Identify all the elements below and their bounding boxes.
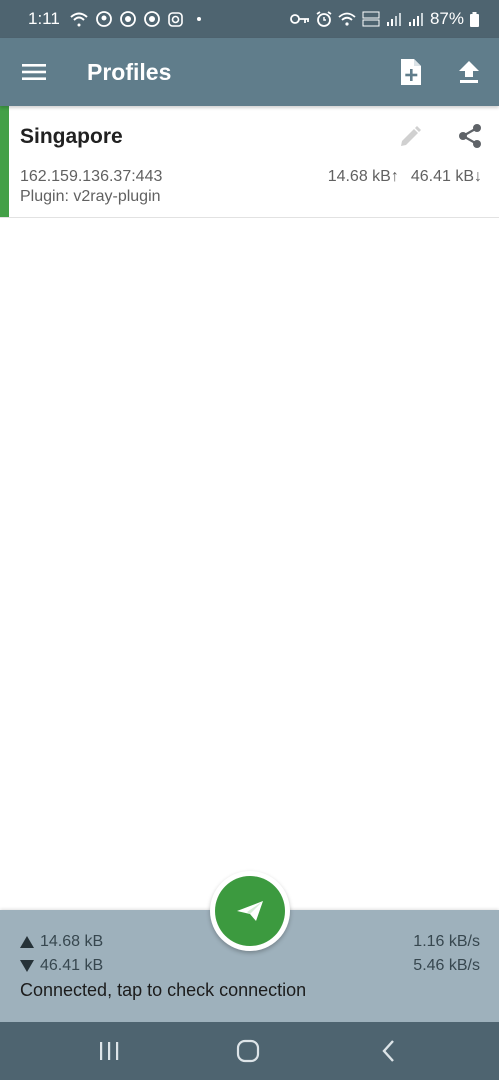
vpn-tunnel-icon [119,11,136,27]
add-profile-icon [401,59,421,85]
tx-rate: 1.16 kB/s [413,933,480,950]
home-icon [236,1039,260,1063]
import-button[interactable] [457,60,481,84]
battery-percent: 87% [429,9,464,28]
menu-icon [22,64,46,80]
paper-plane-icon [237,901,263,921]
back-button[interactable] [376,1038,402,1064]
pencil-icon [401,126,421,146]
profile-name: Singapore [20,125,123,148]
tx-total-value: 14.68 kB [40,933,104,950]
signal-icon [408,13,423,26]
rx-rate: 5.46 kB/s [413,957,480,974]
add-profile-button[interactable] [398,58,424,86]
triangle-up-icon [20,936,34,948]
profile-address: 162.159.136.37:443 [20,168,163,185]
status-right-icons: 87% [290,9,479,29]
instagram-icon [168,11,183,27]
wifi-icon [338,12,356,26]
triangle-down-icon [20,960,34,972]
status-time: 1:11 [28,9,60,28]
upload-icon [459,61,479,83]
status-left-icons [70,11,201,27]
profile-traffic: 14.68 kB↑ 46.41 kB↓ [328,168,482,186]
alarm-icon [316,11,332,27]
pm-icon [95,11,112,27]
rx-total-value: 46.41 kB [40,957,104,974]
profile-card[interactable]: Singapore 162.159.136.37:443 Plugin: v2r… [0,106,499,218]
profile-rx: 46.41 kB↓ [410,168,482,185]
status-bar: 1:11 87% [0,0,499,38]
page-title: Profiles [87,59,172,85]
vpn-key-icon [290,14,309,24]
app-toolbar: Profiles [0,38,499,106]
share-icon [459,124,481,148]
connect-fab[interactable] [215,876,285,946]
system-nav-bar [0,1022,499,1080]
back-icon [382,1040,394,1062]
wifi-hotspot-icon [70,12,88,27]
signal-icon [386,13,401,26]
home-button[interactable] [235,1038,261,1064]
share-profile-button[interactable] [457,123,483,149]
rx-total: 46.41 kB [20,957,103,975]
profile-plugin: Plugin: v2ray-plugin [20,188,161,205]
notification-dot [196,17,201,21]
recents-icon [100,1042,119,1060]
edit-profile-button[interactable] [398,125,422,149]
battery-icon [470,11,479,27]
profile-tx: 14.68 kB↑ [327,168,399,185]
active-profile-indicator [0,106,9,217]
tx-total: 14.68 kB [20,933,103,951]
recents-button[interactable] [96,1038,122,1064]
volte-icon [362,11,380,27]
vpn-tunnel-icon [143,11,160,27]
connection-status: Connected, tap to check connection [20,980,307,1000]
menu-button[interactable] [22,60,46,84]
